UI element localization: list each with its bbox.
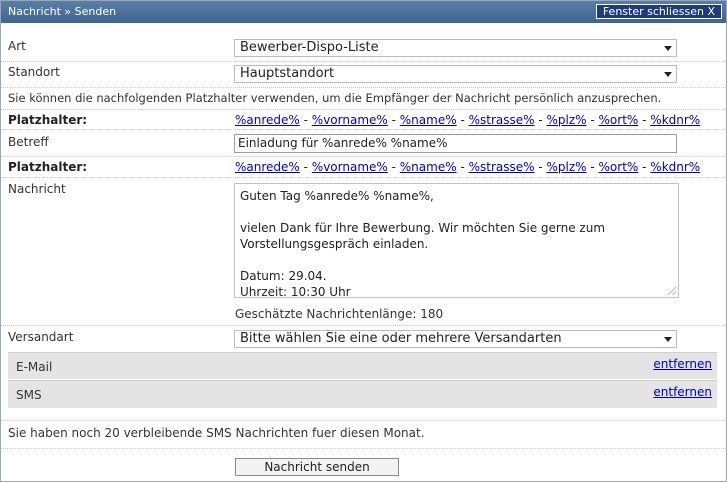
nachricht-label: Nachricht bbox=[8, 182, 66, 196]
sms-remaining-info: Sie haben noch 20 verbleibende SMS Nachr… bbox=[8, 426, 425, 440]
placeholder-link[interactable]: %plz% bbox=[547, 160, 587, 174]
placeholder-link[interactable]: %kdnr% bbox=[650, 113, 700, 127]
versandart-label: Versandart bbox=[8, 330, 74, 344]
remove-sms-link[interactable]: entfernen bbox=[653, 385, 712, 399]
method-row-sms: SMS entfernen bbox=[8, 380, 717, 408]
method-row-email: E-Mail entfernen bbox=[8, 352, 717, 379]
placeholder-link[interactable]: %kdnr% bbox=[650, 160, 700, 174]
divider bbox=[1, 109, 726, 110]
placeholder-link[interactable]: %vorname% bbox=[312, 160, 388, 174]
nachricht-text: Guten Tag %anrede% %name%, vielen Dank f… bbox=[240, 189, 606, 299]
remove-email-link[interactable]: entfernen bbox=[653, 357, 712, 371]
message-window: Nachricht » Senden Fenster schliessen X … bbox=[0, 0, 727, 482]
divider bbox=[1, 325, 726, 326]
placeholder-separator: - bbox=[299, 160, 312, 174]
versandart-select-value: Bitte wählen Sie eine oder mehrere Versa… bbox=[240, 331, 562, 346]
standort-select[interactable]: Hauptstandort bbox=[234, 65, 677, 83]
betreff-label: Betreff bbox=[8, 135, 49, 149]
chevron-down-icon bbox=[664, 337, 672, 342]
placeholder-label: Platzhalter: bbox=[8, 160, 88, 174]
divider bbox=[1, 420, 726, 421]
placeholder-separator: - bbox=[586, 160, 599, 174]
placeholder-separator: - bbox=[456, 113, 469, 127]
placeholder-link[interactable]: %plz% bbox=[547, 113, 587, 127]
title-bar: Nachricht » Senden Fenster schliessen X bbox=[1, 1, 726, 23]
placeholder-link[interactable]: %strasse% bbox=[469, 113, 535, 127]
betreff-input[interactable]: Einladung für %anrede% %name% bbox=[234, 134, 677, 153]
divider bbox=[1, 156, 726, 157]
method-name: E-Mail bbox=[16, 360, 53, 374]
chevron-down-icon bbox=[664, 72, 672, 77]
standort-select-value: Hauptstandort bbox=[240, 66, 335, 81]
placeholder-separator: - bbox=[299, 113, 312, 127]
close-window-button[interactable]: Fenster schliessen X bbox=[595, 4, 722, 19]
placeholder-link[interactable]: %strasse% bbox=[469, 160, 535, 174]
placeholder-link[interactable]: %ort% bbox=[599, 113, 639, 127]
divider bbox=[1, 448, 726, 449]
divider bbox=[1, 177, 726, 178]
send-message-button[interactable]: Nachricht senden bbox=[235, 458, 399, 476]
nachricht-textarea[interactable]: Guten Tag %anrede% %name%, vielen Dank f… bbox=[234, 183, 679, 299]
placeholder-separator: - bbox=[387, 160, 400, 174]
placeholder-links-subject: %anrede% - %vorname% - %name% - %strasse… bbox=[235, 113, 700, 127]
placeholder-separator: - bbox=[586, 113, 599, 127]
placeholder-links-message: %anrede% - %vorname% - %name% - %strasse… bbox=[235, 160, 700, 174]
placeholder-separator: - bbox=[534, 160, 547, 174]
placeholder-separator: - bbox=[638, 160, 651, 174]
placeholder-separator: - bbox=[456, 160, 469, 174]
placeholder-separator: - bbox=[387, 113, 400, 127]
message-length: Geschätzte Nachrichtenlänge: 180 bbox=[235, 307, 444, 321]
placeholder-separator: - bbox=[638, 113, 651, 127]
divider bbox=[1, 61, 726, 62]
method-name: SMS bbox=[16, 388, 42, 402]
placeholder-link[interactable]: %name% bbox=[400, 113, 457, 127]
art-select[interactable]: Bewerber-Dispo-Liste bbox=[234, 39, 677, 57]
placeholder-link[interactable]: %name% bbox=[400, 160, 457, 174]
divider bbox=[1, 129, 726, 130]
art-label: Art bbox=[8, 39, 26, 53]
placeholder-label: Platzhalter: bbox=[8, 113, 88, 127]
placeholder-link[interactable]: %vorname% bbox=[312, 113, 388, 127]
versandart-select[interactable]: Bitte wählen Sie eine oder mehrere Versa… bbox=[234, 330, 677, 348]
placeholder-link[interactable]: %anrede% bbox=[235, 160, 300, 174]
window-title: Nachricht » Senden bbox=[8, 5, 117, 18]
placeholder-hint: Sie können die nachfolgenden Platzhalter… bbox=[8, 91, 662, 105]
divider bbox=[1, 87, 726, 88]
art-select-value: Bewerber-Dispo-Liste bbox=[240, 40, 379, 55]
placeholder-link[interactable]: %anrede% bbox=[235, 113, 300, 127]
standort-label: Standort bbox=[8, 65, 60, 79]
placeholder-separator: - bbox=[534, 113, 547, 127]
chevron-down-icon bbox=[664, 46, 672, 51]
resize-grip-icon[interactable] bbox=[667, 286, 676, 295]
placeholder-link[interactable]: %ort% bbox=[599, 160, 639, 174]
